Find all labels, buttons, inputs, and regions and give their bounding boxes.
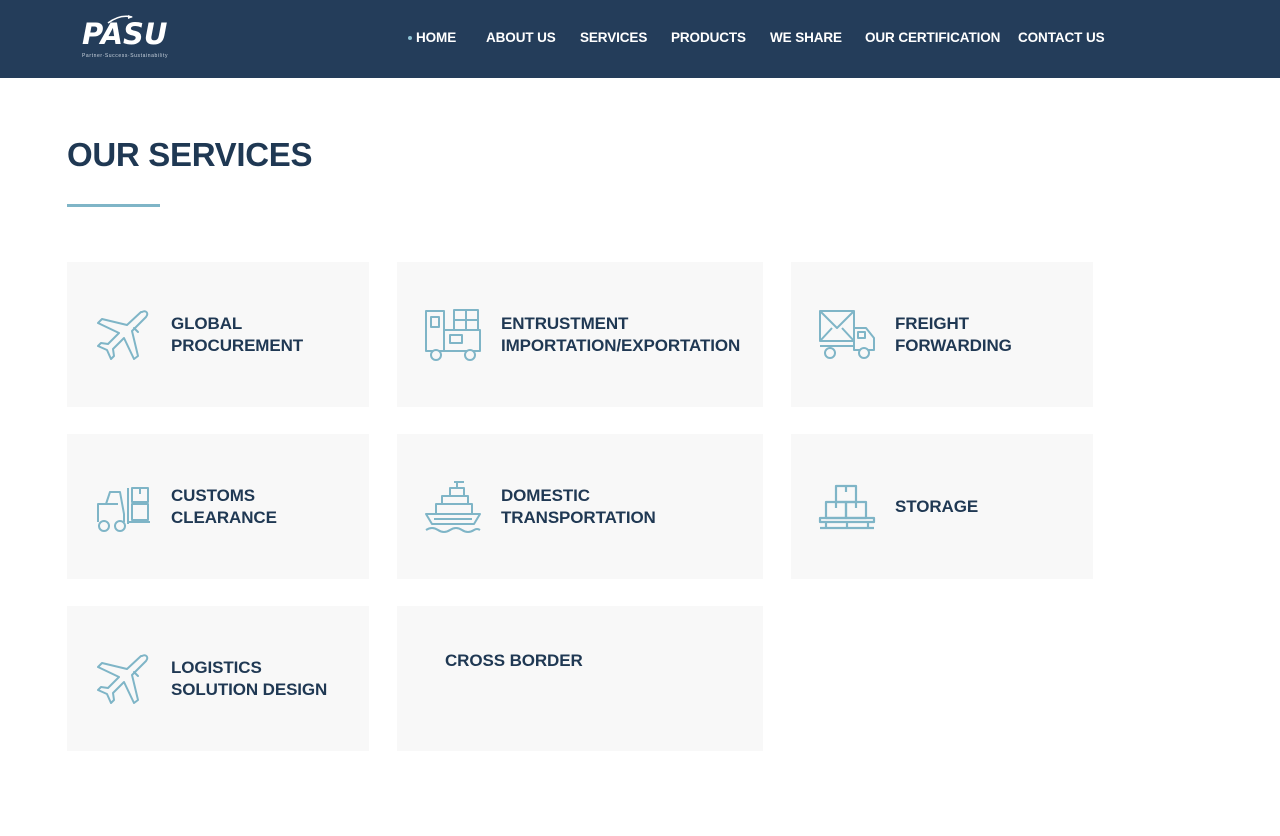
service-label: FREIGHT FORWARDING — [895, 313, 1012, 355]
cargo-ship-icon — [425, 481, 481, 533]
active-dot-icon — [408, 36, 412, 40]
service-card-cross-border[interactable]: CROSS BORDER — [397, 606, 763, 751]
service-card-freight-forwarding[interactable]: FREIGHT FORWARDING — [791, 262, 1093, 407]
service-label: LOGISTICS SOLUTION DESIGN — [171, 657, 328, 699]
service-card-storage[interactable]: STORAGE — [791, 434, 1093, 579]
service-label: CUSTOMS CLEARANCE — [171, 485, 277, 527]
nav-item-services[interactable]: SERVICES — [580, 30, 647, 45]
service-card-global-procurement[interactable]: GLOBAL PROCUREMENT — [67, 262, 369, 407]
service-label: GLOBAL PROCUREMENT — [171, 313, 304, 355]
title-underline — [67, 204, 160, 207]
site-header: PASU Partner·Success·Sustainability HOME… — [0, 0, 1280, 78]
service-label: DOMESTIC TRANSPORTATION — [501, 485, 656, 527]
airplane-icon — [97, 310, 149, 360]
service-card-logistics-solution-design[interactable]: LOGISTICS SOLUTION DESIGN — [67, 606, 369, 751]
nav-label: HOME — [416, 30, 457, 45]
page-title: OUR SERVICES — [67, 136, 313, 173]
service-label: ENTRUSTMENT IMPORTATION/EXPORTATION — [501, 313, 741, 355]
nav-item-contact-us[interactable]: CONTACT US — [1018, 30, 1105, 45]
forklift-icon — [97, 487, 150, 532]
nav-item-our-certification[interactable]: OUR CERTIFICATION — [865, 30, 1000, 45]
nav-item-about-us[interactable]: ABOUT US — [486, 30, 556, 45]
airplane-icon — [97, 654, 149, 704]
nav-item-we-share[interactable]: WE SHARE — [770, 30, 842, 45]
nav-item-home[interactable]: HOME — [408, 30, 457, 45]
service-label: STORAGE — [895, 496, 979, 516]
boxes-pallet-icon — [818, 484, 876, 530]
delivery-truck-icon — [819, 310, 875, 359]
service-card-entrustment[interactable]: ENTRUSTMENT IMPORTATION/EXPORTATION — [397, 262, 763, 407]
brand-logo[interactable]: PASU Partner·Success·Sustainability — [82, 15, 186, 62]
service-card-customs-clearance[interactable]: CUSTOMS CLEARANCE — [67, 434, 369, 579]
service-label: CROSS BORDER — [445, 651, 583, 670]
truck-cargo-icon — [425, 309, 481, 361]
logo-swoosh-icon — [107, 15, 133, 24]
service-card-domestic-transportation[interactable]: DOMESTIC TRANSPORTATION — [397, 434, 763, 579]
nav-item-products[interactable]: PRODUCTS — [671, 30, 746, 45]
logo-tagline: Partner·Success·Sustainability — [82, 53, 169, 59]
